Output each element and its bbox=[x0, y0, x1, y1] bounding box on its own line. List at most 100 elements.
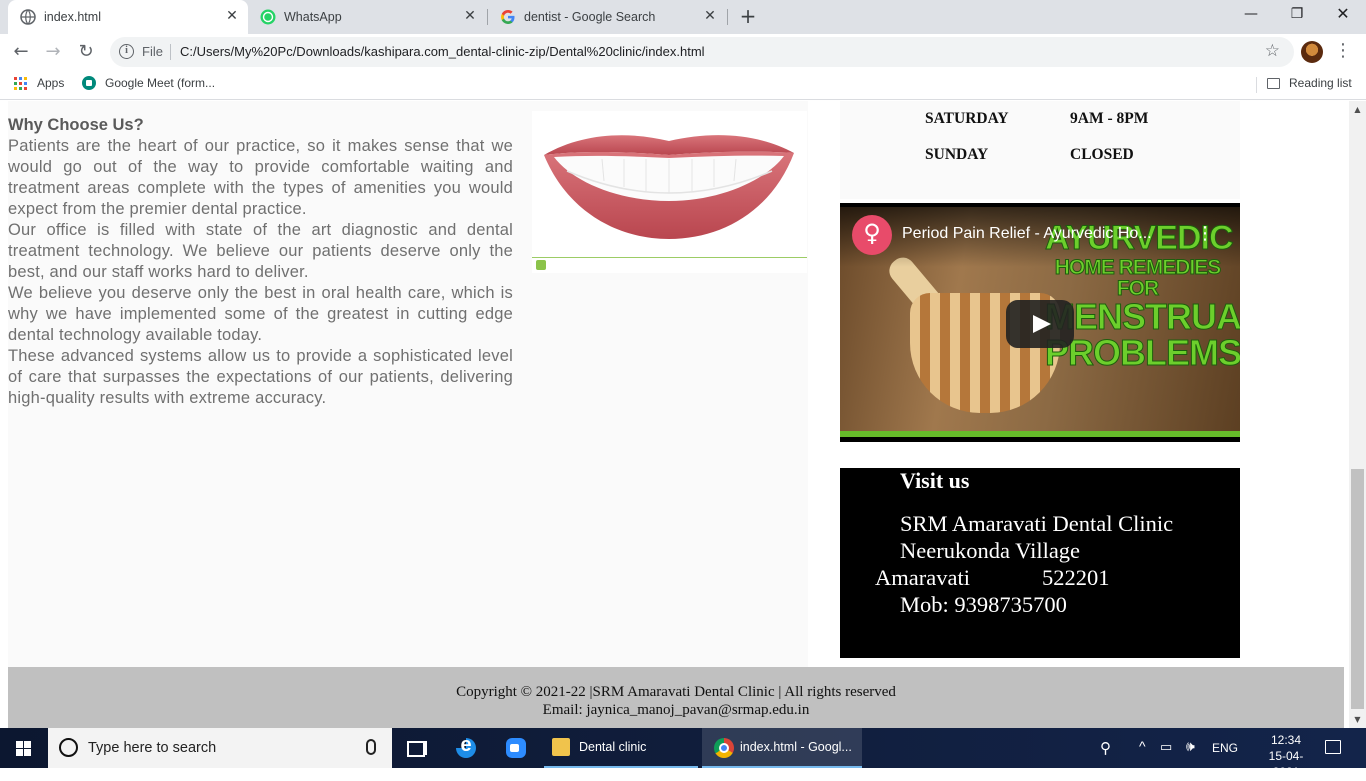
paragraph: Patients are the heart of our practice, … bbox=[8, 137, 513, 218]
apps-grid-icon bbox=[14, 76, 27, 90]
tab-google-search[interactable]: dentist - Google Search ✕ bbox=[488, 0, 728, 34]
taskbar-app-chrome[interactable]: index.html - Googl... bbox=[702, 728, 862, 768]
taskbar-clock[interactable]: 12:34 15-04-2021 bbox=[1258, 732, 1314, 780]
why-choose-text: Patients are the heart of our practice, … bbox=[8, 136, 513, 409]
mobile-number: Mob: 9398735700 bbox=[900, 592, 1067, 617]
copyright-text: Copyright © 2021-22 |SRM Amaravati Denta… bbox=[456, 684, 896, 700]
bookmark-apps[interactable]: Apps bbox=[14, 76, 64, 90]
hours-day: SATURDAY bbox=[925, 110, 1009, 127]
close-icon[interactable]: ✕ bbox=[224, 8, 240, 24]
clock-date: 15-04-2021 bbox=[1268, 749, 1304, 779]
youtube-video-embed[interactable]: AYURVEDIC HOME REMEDIES FOR MENSTRUAL PR… bbox=[840, 203, 1240, 442]
address-village: Neerukonda Village bbox=[900, 538, 1081, 563]
task-view-button[interactable] bbox=[392, 728, 440, 768]
paragraph: These advanced systems allow us to provi… bbox=[8, 347, 513, 407]
taskbar-app-dental-clinic[interactable]: Dental clinic bbox=[544, 728, 698, 768]
edge-taskbar-button[interactable] bbox=[440, 728, 490, 768]
clock-time: 12:34 bbox=[1270, 733, 1302, 747]
volume-icon[interactable]: 🕪 bbox=[1186, 738, 1195, 778]
zoom-taskbar-button[interactable] bbox=[490, 728, 540, 768]
video-title[interactable]: Period Pain Relief - Ayurvedic Ho... bbox=[902, 225, 1152, 243]
scrollbar-thumb[interactable] bbox=[1351, 469, 1364, 709]
reading-list-label: Reading list bbox=[1289, 76, 1352, 90]
section-title: Why Choose Us? bbox=[8, 116, 144, 134]
start-button[interactable] bbox=[0, 728, 48, 768]
tab-index[interactable]: index.html ✕ bbox=[8, 0, 248, 34]
address-bar[interactable]: i File C:/Users/My%20Pc/Downloads/kaship… bbox=[110, 37, 1294, 67]
scheme-label: File bbox=[142, 44, 163, 59]
reading-list-icon bbox=[1267, 77, 1280, 89]
address-city: Amaravati bbox=[875, 565, 970, 590]
play-button[interactable] bbox=[1006, 300, 1074, 348]
visit-title: Visit us bbox=[900, 468, 970, 493]
close-window-button[interactable]: ✕ bbox=[1320, 0, 1366, 30]
bookmarks-divider bbox=[1256, 77, 1257, 93]
new-tab-button[interactable]: + bbox=[736, 5, 760, 29]
restore-button[interactable]: ❐ bbox=[1274, 0, 1320, 30]
taskbar-app-label: Dental clinic bbox=[579, 740, 647, 754]
hours-time: 9AM - 8PM bbox=[1070, 110, 1149, 127]
taskbar-search-box[interactable]: Type here to search bbox=[48, 728, 392, 768]
people-icon[interactable]: ⚲ bbox=[1100, 739, 1111, 779]
reload-button[interactable]: ↻ bbox=[74, 40, 98, 64]
overlay-line: HOME REMEDIES FOR bbox=[1054, 256, 1222, 300]
why-choose-section: Why Choose Us? Patients are the heart of… bbox=[8, 101, 808, 667]
footer-email: Email: jaynica_manoj_pavan@srmap.edu.in bbox=[542, 702, 810, 718]
url-text[interactable]: C:/Users/My%20Pc/Downloads/kashipara.com… bbox=[180, 44, 705, 59]
scroll-down-arrow-icon[interactable]: ▼ bbox=[1349, 711, 1366, 728]
tab-strip: index.html ✕ WhatsApp ✕ dentist - Google… bbox=[0, 0, 1366, 34]
omnibox-divider bbox=[170, 44, 171, 60]
bookmark-google-meet[interactable]: Google Meet (form... bbox=[82, 76, 215, 90]
channel-avatar-icon[interactable] bbox=[852, 215, 892, 255]
bookmarks-bar: Apps Google Meet (form... Reading list bbox=[0, 70, 1366, 100]
close-icon[interactable]: ✕ bbox=[462, 8, 478, 24]
tab-whatsapp[interactable]: WhatsApp ✕ bbox=[248, 0, 488, 34]
windows-taskbar: Type here to search Dental clinic index.… bbox=[0, 728, 1366, 779]
taskbar-app-label: index.html - Googl... bbox=[740, 740, 852, 754]
close-icon[interactable]: ✕ bbox=[702, 8, 718, 24]
language-indicator[interactable]: ENG bbox=[1212, 741, 1238, 781]
windows-logo-icon bbox=[16, 741, 32, 756]
lips-illustration bbox=[544, 135, 794, 239]
info-icon[interactable]: i bbox=[119, 44, 134, 59]
notification-center-icon[interactable] bbox=[1325, 740, 1341, 754]
scroll-up-arrow-icon[interactable]: ▲ bbox=[1349, 101, 1366, 118]
paragraph: We believe you deserve only the best in … bbox=[8, 284, 513, 344]
tab-title: WhatsApp bbox=[284, 10, 342, 24]
hours-day: SUNDAY bbox=[925, 146, 989, 163]
tab-title: index.html bbox=[44, 10, 101, 24]
microphone-icon[interactable] bbox=[366, 739, 376, 755]
profile-avatar[interactable] bbox=[1301, 41, 1323, 63]
smile-image bbox=[532, 111, 807, 273]
chevron-up-icon[interactable]: ^ bbox=[1139, 738, 1146, 778]
search-placeholder: Type here to search bbox=[88, 740, 217, 756]
more-menu-icon[interactable]: ⋮ bbox=[1334, 39, 1352, 63]
bookmark-star-icon[interactable]: ☆ bbox=[1265, 41, 1280, 61]
meet-icon bbox=[82, 76, 96, 90]
google-icon bbox=[501, 10, 515, 24]
task-view-icon bbox=[407, 738, 427, 758]
hours-time: CLOSED bbox=[1070, 146, 1134, 163]
edge-icon bbox=[456, 734, 476, 758]
video-menu-icon[interactable]: ⋮ bbox=[1196, 223, 1214, 244]
tab-separator bbox=[727, 9, 728, 25]
forward-button[interactable]: → bbox=[41, 40, 65, 64]
browser-toolbar: ← → ↻ i File C:/Users/My%20Pc/Downloads/… bbox=[0, 34, 1366, 70]
chrome-icon bbox=[714, 738, 734, 758]
globe-icon bbox=[20, 9, 36, 25]
bookmark-label: Google Meet (form... bbox=[105, 76, 216, 90]
clinic-name: SRM Amaravati Dental Clinic bbox=[900, 511, 1174, 536]
vertical-scrollbar[interactable]: ▲ ▼ bbox=[1349, 101, 1366, 728]
tab-title: dentist - Google Search bbox=[524, 10, 656, 24]
zoom-icon bbox=[506, 738, 526, 758]
opening-hours-panel: SATURDAY 9AM - 8PM SUNDAY CLOSED bbox=[840, 101, 1240, 199]
bookmark-label: Apps bbox=[37, 76, 65, 90]
battery-icon[interactable]: ▭ bbox=[1160, 739, 1172, 779]
minimize-button[interactable]: — bbox=[1228, 0, 1274, 30]
reading-list-button[interactable]: Reading list bbox=[1267, 76, 1352, 90]
folder-icon bbox=[552, 738, 570, 756]
stock-watermark-strip bbox=[532, 257, 807, 271]
back-button[interactable]: ← bbox=[9, 40, 33, 64]
dreamstime-logo-icon bbox=[536, 260, 546, 270]
whatsapp-icon bbox=[260, 9, 276, 25]
